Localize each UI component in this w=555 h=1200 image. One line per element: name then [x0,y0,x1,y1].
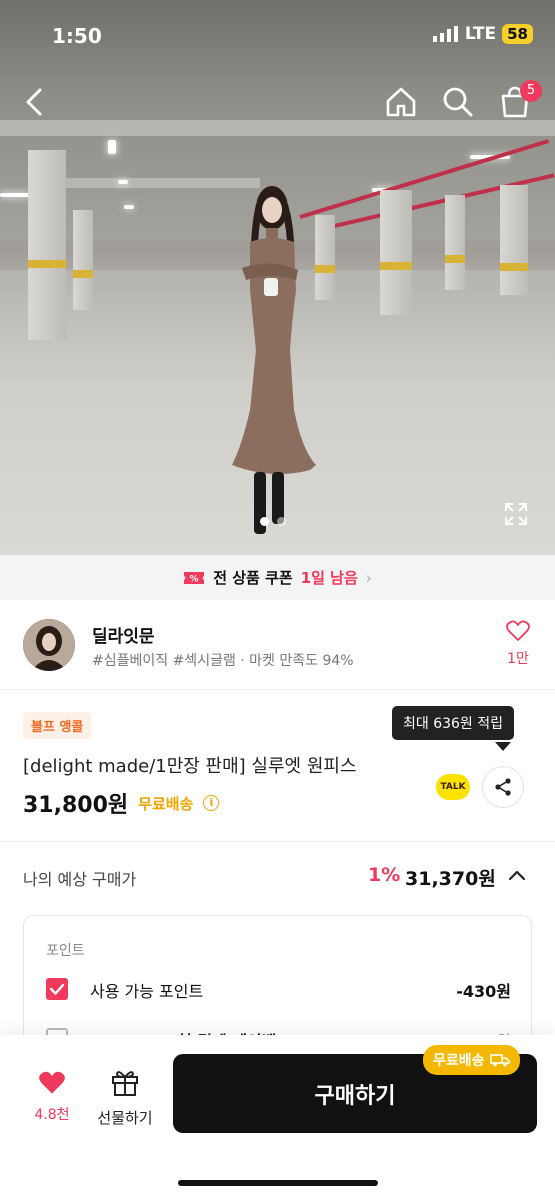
gift-button[interactable]: 선물하기 [92,1067,158,1128]
bottom-action-bar: 4.8천 선물하기 구매하기 무료배송 [0,1035,555,1200]
points-title: 포인트 [46,943,85,959]
coupon-banner[interactable]: % 전 상품 쿠폰 1일 남음 › [0,555,555,600]
gallery-pagination [260,517,286,526]
gift-label: 선물하기 [97,1109,153,1127]
ceiling-beam [0,120,555,136]
pillar [445,195,465,290]
point-value: -430원 [456,982,511,1001]
section-divider [0,841,555,842]
ceiling-lamp [108,140,116,154]
search-icon[interactable] [440,84,476,120]
model-figure [232,186,316,534]
gift-icon [112,1071,138,1096]
signal-icon [432,26,458,42]
pillar [28,150,66,340]
cart-count-badge: 5 [520,80,542,102]
coupon-icon: % [184,571,205,584]
free-shipping-label: 무료배송 [138,794,194,813]
avatar-image [23,619,75,671]
svg-text:%: % [190,574,199,584]
ceiling-lamp [0,193,30,197]
ceiling-lamp [118,180,128,184]
free-shipping-chip-label: 무료배송 [433,1053,485,1069]
price-row: 31,800원 무료배송 i [23,787,220,819]
pillar [315,215,335,300]
ceiling-lamp [124,205,134,209]
shop-like-count: 1만 [507,651,529,667]
pagination-dot-active [260,517,269,526]
product-title: [delight made/1만장 판매] 실루엣 원피스 [23,756,357,777]
expected-discount: 1% [368,864,401,886]
coupon-remaining: 1일 남음 [300,569,358,587]
pagination-dot [277,517,286,526]
home-indicator [178,1180,378,1186]
pillar [380,190,412,315]
heart-outline-icon [506,620,530,641]
shop-name[interactable]: 딜라잇문 [92,622,155,647]
chevron-right-icon: › [365,568,372,587]
back-icon[interactable] [18,84,54,120]
promo-badge: 블프 앵콜 [23,712,92,739]
status-bar: 1:50 LTE 58 [0,0,555,72]
status-time: 1:50 [52,24,102,48]
network-label: LTE [464,24,497,44]
points-tooltip: 최대 636원 적립 [392,706,515,740]
tooltip-arrow [495,742,511,751]
free-shipping-chip: 무료배송 [423,1045,520,1075]
expand-icon[interactable] [503,501,529,527]
share-icon [495,778,511,796]
kakao-talk-icon: TALK [436,774,470,800]
home-icon[interactable] [383,84,419,120]
expected-price: 31,370원 [405,868,496,890]
share-button[interactable] [482,766,524,808]
wishlist-count: 4.8천 [34,1107,70,1123]
coupon-text: 전 상품 쿠폰 [213,569,293,587]
pillar [500,185,528,295]
point-label: 사용 가능 포인트 [90,982,204,1001]
shop-row[interactable]: 딜라잇문 #심플베이직 #섹시글램 · 마켓 만족도 94% 1만 [0,600,555,690]
shop-like-button[interactable]: 1만 [500,620,536,668]
product-price: 31,800원 [23,793,129,818]
heart-filled-icon [39,1071,65,1094]
chevron-up-icon[interactable] [507,866,527,886]
pillar [73,210,93,310]
shop-tags: #심플베이직 #섹시글램 · 마켓 만족도 94% [92,653,354,669]
info-icon[interactable]: i [203,795,220,811]
kakao-talk-button[interactable]: TALK [432,766,474,808]
check-icon [49,983,65,995]
expected-price-label: 나의 예상 구매가 [23,870,137,889]
checkbox-checked[interactable] [46,978,68,1000]
shop-avatar[interactable] [23,619,75,671]
product-image[interactable]: 1:50 LTE 58 5 [0,0,555,555]
wishlist-button[interactable]: 4.8천 [26,1070,78,1124]
truck-icon [489,1054,510,1067]
battery-indicator: 58 [502,24,533,44]
